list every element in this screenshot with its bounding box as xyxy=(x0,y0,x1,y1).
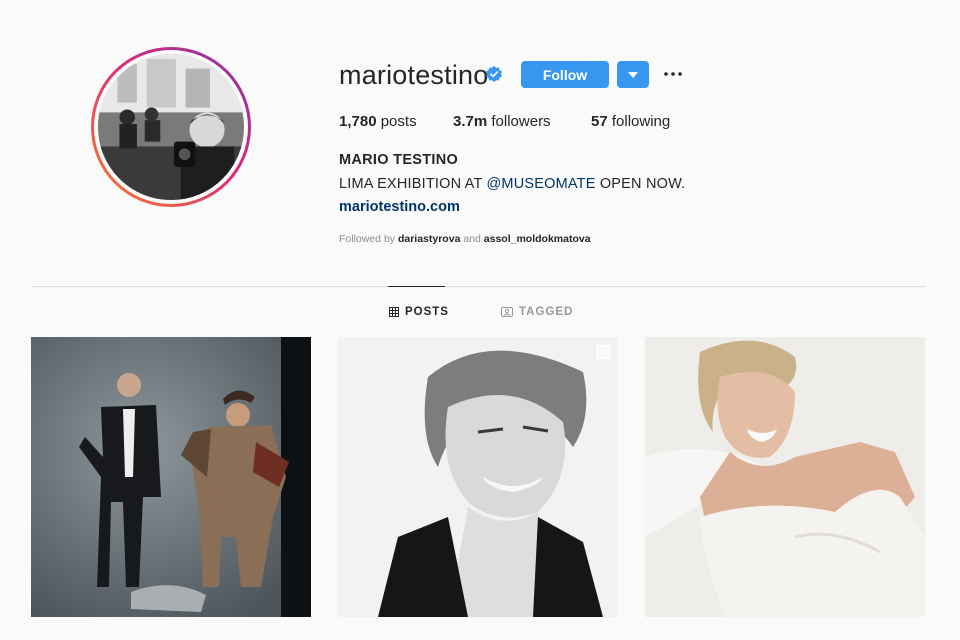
active-tab-indicator xyxy=(388,286,445,287)
more-dots-icon xyxy=(664,72,682,76)
website-link[interactable]: mariotestino.com xyxy=(339,199,460,215)
post-thumbnail[interactable] xyxy=(338,337,618,617)
post-thumbnail[interactable] xyxy=(31,337,311,617)
tab-posts[interactable]: POSTS xyxy=(389,306,449,318)
more-options-button[interactable] xyxy=(662,64,684,84)
following-stat[interactable]: 57 following xyxy=(591,113,670,130)
bio-suffix: OPEN NOW. xyxy=(595,176,686,192)
avatar-photo xyxy=(98,54,244,200)
posts-stat: 1,780 posts xyxy=(339,113,417,130)
followed-by-and: and xyxy=(460,233,484,245)
avatar[interactable] xyxy=(98,54,244,200)
photo-icon xyxy=(31,337,311,617)
avatar-border xyxy=(94,50,248,204)
follow-button[interactable]: Follow xyxy=(521,61,609,88)
followers-count: 3.7m xyxy=(453,113,488,130)
caret-down-icon xyxy=(628,71,638,78)
tabs-divider xyxy=(31,286,926,287)
followers-label: followers xyxy=(487,113,551,130)
grid-icon xyxy=(389,307,399,317)
tab-tagged-label: TAGGED xyxy=(519,306,574,318)
full-name: MARIO TESTINO xyxy=(339,152,459,168)
tab-posts-label: POSTS xyxy=(405,306,449,318)
verified-badge-icon xyxy=(486,65,502,83)
posts-label: posts xyxy=(376,113,417,130)
photo-icon xyxy=(645,337,925,617)
multiple-photos-icon xyxy=(596,345,610,359)
bio-mention-link[interactable]: @MUSEOMATE xyxy=(487,176,596,192)
following-label: following xyxy=(607,113,671,130)
post-thumbnail[interactable] xyxy=(645,337,925,617)
photo-icon xyxy=(338,337,618,617)
profile-avatar-ring[interactable] xyxy=(91,47,251,207)
suggestions-dropdown-button[interactable] xyxy=(617,61,649,88)
followed-by-user[interactable]: dariastyrova xyxy=(398,233,460,245)
following-count: 57 xyxy=(591,113,608,130)
followed-by-user[interactable]: assol_moldokmatova xyxy=(484,233,591,245)
followed-by: Followed by dariastyrova and assol_moldo… xyxy=(339,233,591,245)
bio: LIMA EXHIBITION AT @MUSEOMATE OPEN NOW. xyxy=(339,176,685,192)
followers-stat[interactable]: 3.7m followers xyxy=(453,113,551,130)
tag-icon xyxy=(501,307,513,317)
tab-tagged[interactable]: TAGGED xyxy=(501,306,573,318)
bio-prefix: LIMA EXHIBITION AT xyxy=(339,176,487,192)
username: mariotestino xyxy=(339,60,489,90)
followed-by-prefix: Followed by xyxy=(339,233,398,245)
posts-count: 1,780 xyxy=(339,113,377,130)
